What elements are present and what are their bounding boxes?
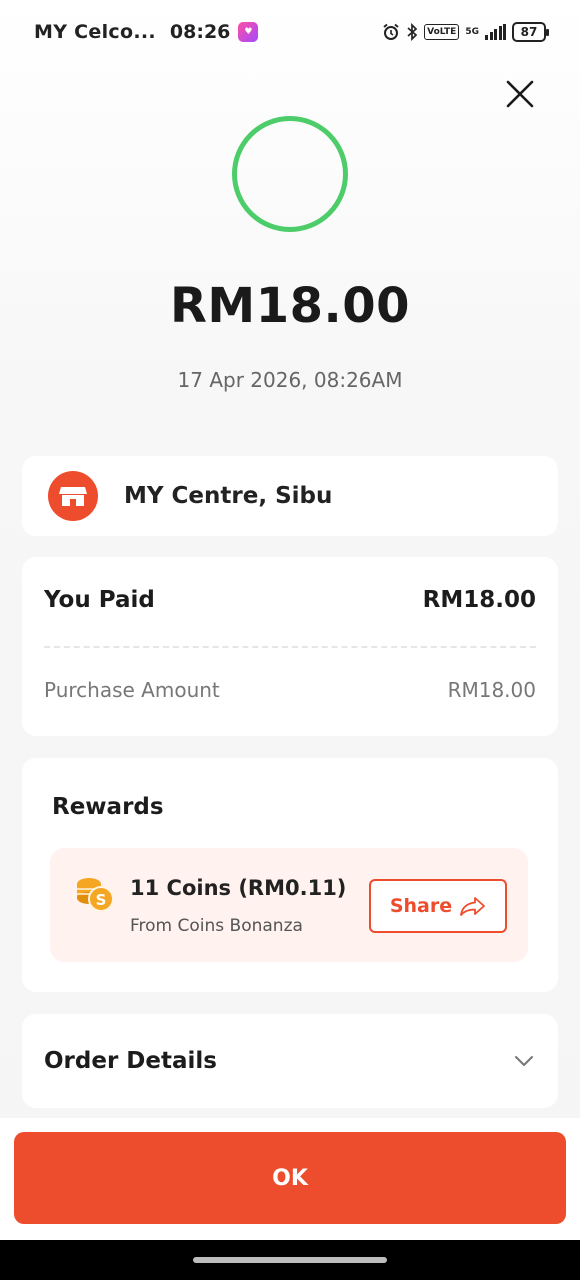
payment-summary-card: You Paid RM18.00 Purchase Amount RM18.00 [22,557,558,736]
rewards-title: Rewards [52,794,164,820]
payment-amount: RM18.00 [169,278,411,334]
close-button[interactable] [500,74,540,114]
battery-level: 87 [520,25,538,39]
share-button-label: Share [389,895,453,917]
coin-icon: S [74,874,116,920]
ok-button-label: OK [272,1165,308,1191]
coins-source: From Coins Bonanza [130,916,303,936]
system-navigation-bar [0,1240,580,1280]
rewards-card: Rewards S 11 Coins (RM0.11) From Coins B… [22,758,558,992]
network-5g-label: 5G [465,26,479,37]
chevron-down-icon [515,1056,533,1066]
purchase-amount-value: RM18.00 [447,678,536,702]
app-notification-icon: ♥ [238,22,259,42]
share-button[interactable]: Share [369,879,507,933]
bluetooth-icon [406,23,418,41]
order-details-toggle[interactable]: Order Details [22,1014,558,1108]
carrier-name: MY Celco... [34,21,156,43]
you-paid-value: RM18.00 [422,587,536,613]
ok-button[interactable]: OK [14,1132,566,1224]
svg-text:S: S [96,891,107,909]
reward-item: S 11 Coins (RM0.11) From Coins Bonanza S… [50,848,528,962]
purchase-amount-label: Purchase Amount [44,678,220,702]
purchase-amount-row: Purchase Amount RM18.00 [44,678,536,702]
status-icons: VoLTE 5G 87 [382,22,549,42]
battery-icon: 87 [512,22,549,42]
coins-earned: 11 Coins (RM0.11) [130,876,347,900]
volte-badge: VoLTE [424,24,460,40]
close-icon [506,80,534,108]
payment-success-screen: MY Celco... 08:26 ♥ VoLTE 5G 87 RM18.00 … [0,0,580,1240]
you-paid-label: You Paid [44,587,155,613]
merchant-name: MY Centre, Sibu [124,483,333,509]
payment-datetime: 17 Apr 2026, 08:26AM [177,368,403,392]
merchant-card: MY Centre, Sibu [22,456,558,536]
status-bar: MY Celco... 08:26 ♥ VoLTE 5G 87 [0,0,580,64]
dashed-divider [44,646,536,648]
alarm-icon [382,23,400,41]
share-arrow-icon [460,897,486,916]
you-paid-row: You Paid RM18.00 [44,587,536,613]
success-status-ring [232,116,348,232]
shop-icon [48,471,98,521]
signal-strength-icon [485,24,506,40]
bottom-action-bar: OK [0,1118,580,1240]
status-time: 08:26 [169,21,231,43]
order-details-label: Order Details [44,1048,217,1074]
home-indicator[interactable] [193,1257,387,1263]
